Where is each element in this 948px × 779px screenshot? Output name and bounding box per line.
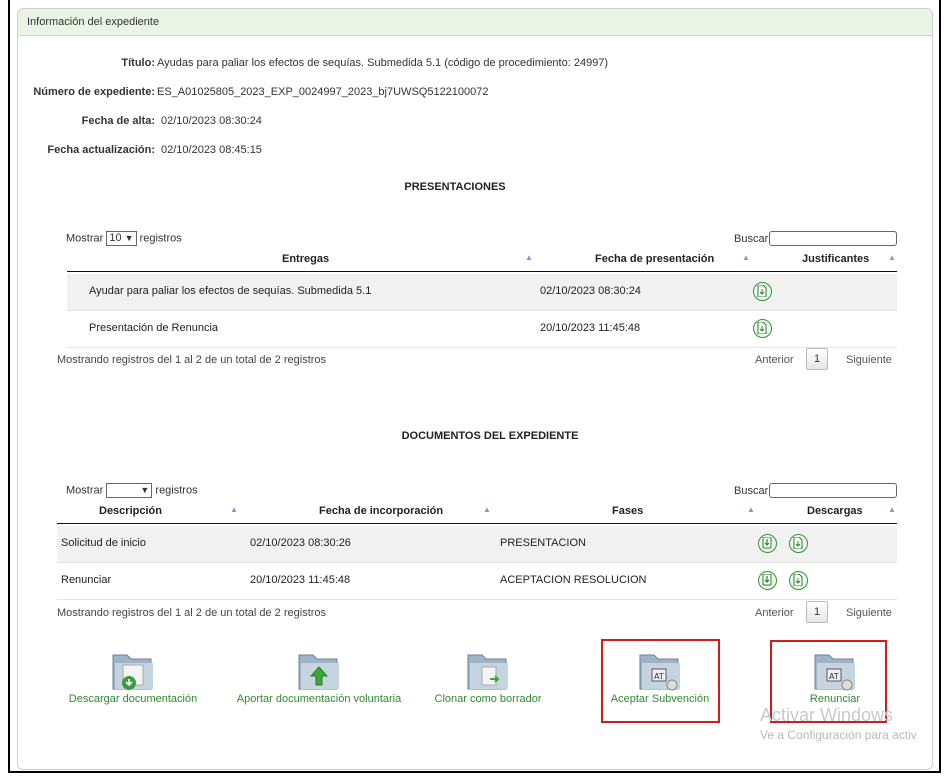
fase-cell: ACEPTACION RESOLUCION: [500, 574, 647, 586]
fase-cell: PRESENTACION: [500, 537, 586, 549]
action-label: Descargar documentación: [68, 693, 198, 705]
chevron-down-icon: ▼: [124, 233, 134, 243]
folder-upload-icon: [295, 649, 343, 693]
show-suffix: registros: [139, 232, 182, 245]
presentaciones-info: Mostrando registros del 1 al 2 de un tot…: [57, 354, 327, 366]
alta-value: 02/10/2023 08:30:24: [161, 115, 262, 127]
col-fecha-presentacion[interactable]: Fecha de presentación: [595, 253, 714, 265]
documentos-length-control: Mostrar ▼ registros: [66, 483, 198, 498]
next-button[interactable]: Siguiente: [846, 354, 892, 366]
documentos-pagination: Anterior 1 Siguiente: [755, 601, 915, 623]
sort-icon[interactable]: ▲: [747, 505, 755, 514]
show-suffix: registros: [155, 484, 198, 497]
folder-download-icon: [109, 649, 157, 693]
sort-icon[interactable]: ▲: [230, 505, 238, 514]
document-icon[interactable]: [789, 571, 808, 590]
prev-button[interactable]: Anterior: [755, 607, 794, 619]
titulo-value: Ayudas para paliar los efectos de sequía…: [157, 57, 609, 69]
panel-title: Información del expediente: [18, 9, 932, 36]
table-row: Ayudar para paliar los efectos de sequía…: [67, 274, 897, 310]
fecha-cell: 20/10/2023 11:45:48: [250, 574, 351, 586]
actualizacion-label: Fecha actualización:: [47, 144, 155, 156]
documentos-info: Mostrando registros del 1 al 2 de un tot…: [57, 607, 327, 619]
clonar-borrador-button[interactable]: Clonar como borrador: [423, 649, 553, 705]
page-1-button[interactable]: 1: [806, 348, 828, 370]
documentos-title: DOCUMENTOS DEL EXPEDIENTE: [401, 430, 579, 442]
justificante-download-icon[interactable]: [753, 282, 772, 301]
col-fecha-incorporacion[interactable]: Fecha de incorporación: [319, 505, 443, 517]
descripcion-cell: Solicitud de inicio: [61, 537, 146, 549]
justificante-download-icon[interactable]: [753, 319, 772, 338]
entrega-cell: Ayudar para paliar los efectos de sequía…: [89, 285, 372, 297]
actualizacion-value: 02/10/2023 08:45:15: [161, 144, 262, 156]
windows-activation-watermark: Activar Windows: [760, 705, 894, 725]
entrega-cell: Presentación de Renuncia: [89, 322, 219, 334]
fecha-cell: 20/10/2023 11:45:48: [540, 322, 641, 334]
fecha-cell: 02/10/2023 08:30:24: [540, 285, 641, 297]
page-1-button[interactable]: 1: [806, 601, 828, 623]
presentaciones-length-select[interactable]: 10 ▼: [106, 231, 137, 246]
col-descargas[interactable]: Descargas: [807, 505, 863, 517]
col-justificantes[interactable]: Justificantes: [802, 253, 869, 265]
descargar-documentacion-button[interactable]: Descargar documentación: [58, 649, 208, 705]
presentaciones-pagination: Anterior 1 Siguiente: [755, 348, 915, 370]
header-divider: [67, 271, 897, 272]
show-prefix: Mostrar: [66, 484, 104, 497]
documentos-search-input[interactable]: [769, 483, 897, 498]
folder-clone-icon: [464, 649, 512, 693]
table-row: Solicitud de inicio 02/10/2023 08:30:26 …: [57, 526, 897, 562]
numero-value: ES_A01025805_2023_EXP_0024997_2023_bj7UW…: [157, 86, 489, 98]
numero-label: Número de expediente:: [33, 86, 155, 98]
presentaciones-search-label: Buscar:: [734, 233, 772, 245]
presentaciones-search-input[interactable]: [769, 231, 897, 246]
length-value: 10: [109, 232, 122, 244]
sort-icon[interactable]: ▲: [525, 253, 533, 262]
document-icon[interactable]: [789, 534, 808, 553]
presentaciones-length-control: Mostrar 10 ▼ registros: [66, 231, 182, 246]
sort-icon[interactable]: ▲: [888, 253, 896, 262]
documentos-search-label: Buscar:: [734, 485, 772, 497]
table-row: Presentación de Renuncia 20/10/2023 11:4…: [67, 310, 897, 348]
presentaciones-title: PRESENTACIONES: [404, 181, 506, 193]
table-row: Renunciar 20/10/2023 11:45:48 ACEPTACION…: [57, 562, 897, 600]
next-button[interactable]: Siguiente: [846, 607, 892, 619]
col-descripcion[interactable]: Descripción: [99, 505, 162, 517]
chevron-down-icon: ▼: [140, 485, 150, 495]
fecha-cell: 02/10/2023 08:30:26: [250, 537, 351, 549]
descripcion-cell: Renunciar: [61, 574, 112, 586]
sort-icon[interactable]: ▲: [483, 505, 491, 514]
titulo-label: Título:: [121, 57, 155, 69]
sort-icon[interactable]: ▲: [888, 505, 896, 514]
windows-activation-hint: Ve a Configuración para activ: [760, 728, 917, 742]
download-icon[interactable]: [758, 571, 777, 590]
documentos-length-select[interactable]: ▼: [106, 483, 153, 498]
sort-icon[interactable]: ▲: [742, 253, 750, 262]
aportar-documentacion-button[interactable]: Aportar documentación voluntaria: [224, 649, 414, 705]
alta-label: Fecha de alta:: [81, 115, 155, 127]
highlight-aceptar: [601, 639, 720, 723]
col-entregas[interactable]: Entregas: [282, 253, 329, 265]
header-divider: [57, 523, 897, 524]
show-prefix: Mostrar: [66, 232, 104, 245]
download-icon[interactable]: [758, 534, 777, 553]
prev-button[interactable]: Anterior: [755, 354, 794, 366]
action-label: Clonar como borrador: [434, 693, 542, 705]
expediente-panel: Información del expediente Título: Ayuda…: [17, 8, 933, 770]
action-label: Aportar documentación voluntaria: [236, 693, 402, 705]
col-fases[interactable]: Fases: [612, 505, 643, 517]
